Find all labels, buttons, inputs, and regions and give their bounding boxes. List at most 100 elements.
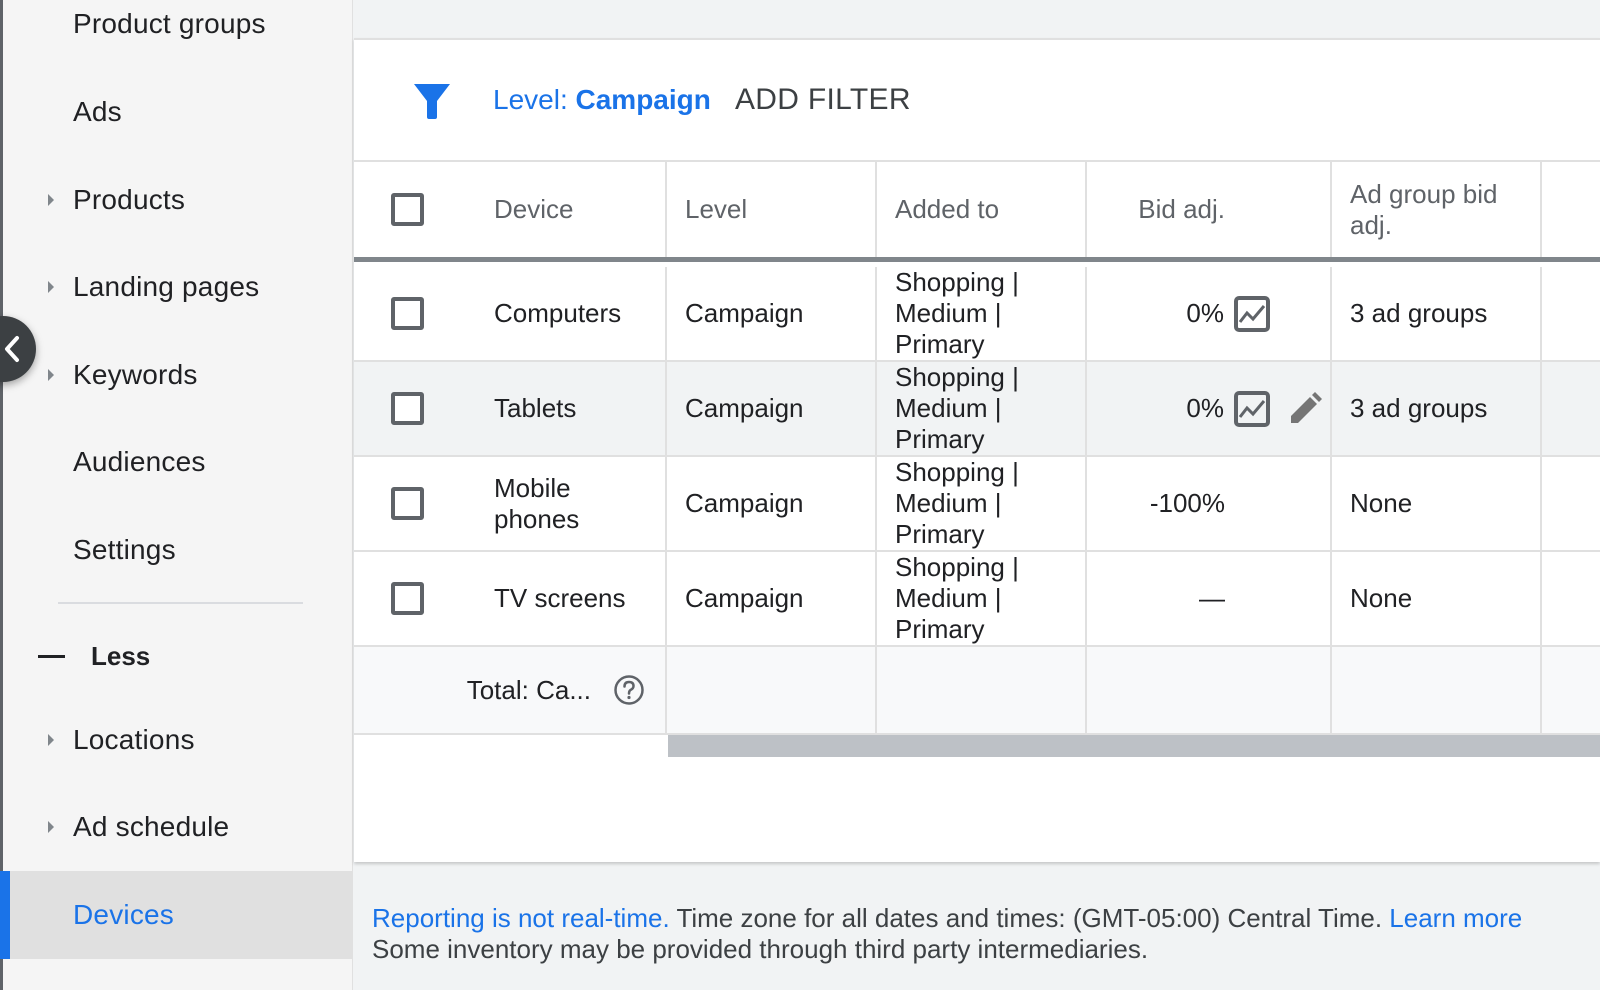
level-cell: Campaign <box>667 267 877 360</box>
ad-group-bid-adj-cell: None <box>1332 552 1542 645</box>
device-cell: Mobile phones <box>424 457 667 550</box>
table-row: Tablets Campaign Shopping | Medium | Pri… <box>354 362 1600 457</box>
filter-icon[interactable] <box>412 82 452 125</box>
bid-adj-value: 0% <box>1186 298 1224 328</box>
sidebar-item-label: Ad schedule <box>73 811 230 842</box>
row-checkbox[interactable] <box>391 297 424 330</box>
expand-arrow-icon[interactable] <box>48 369 54 381</box>
added-to-cell: Shopping | Medium | Primary <box>877 552 1087 645</box>
sidebar-item-products[interactable]: Products <box>3 156 353 244</box>
page-footer: Reporting is not real-time. Time zone fo… <box>372 903 1522 965</box>
footer-line-1: Reporting is not real-time. Time zone fo… <box>372 903 1522 934</box>
device-cell: Tablets <box>424 362 667 455</box>
timezone-text: Time zone for all dates and times: (GMT-… <box>669 903 1390 933</box>
bid-adj-value: -100% <box>1149 488 1225 518</box>
expand-arrow-icon[interactable] <box>48 734 54 746</box>
column-header-device[interactable]: Device <box>424 162 667 257</box>
filter-bar: Level: Campaign ADD FILTER <box>354 40 1600 162</box>
total-extra-cell <box>1542 647 1600 733</box>
help-icon[interactable] <box>613 674 645 706</box>
bid-adj-cell: -100% <box>1087 457 1332 550</box>
table-row: Mobile phones Campaign Shopping | Medium… <box>354 457 1600 552</box>
device-cell: TV screens <box>424 552 667 645</box>
row-checkbox[interactable] <box>391 487 424 520</box>
bid-adj-cell: 0% <box>1087 267 1332 360</box>
minus-icon <box>38 654 65 658</box>
level-cell: Campaign <box>667 362 877 455</box>
level-filter-prefix: Level: <box>493 84 576 115</box>
bid-adj-value: 0% <box>1186 393 1224 423</box>
added-to-cell: Shopping | Medium | Primary <box>877 457 1087 550</box>
show-less-label: Less <box>91 640 151 671</box>
bid-adj-cell: — <box>1087 552 1332 645</box>
column-header-ad-group-bid-adj[interactable]: Ad group bid adj. <box>1332 162 1542 257</box>
learn-more-link[interactable]: Learn more <box>1389 903 1522 933</box>
expand-arrow-icon[interactable] <box>48 821 54 833</box>
expand-arrow-icon[interactable] <box>48 281 54 293</box>
sidebar-item-label: Keywords <box>73 359 198 390</box>
row-checkbox[interactable] <box>391 392 424 425</box>
level-filter-chip[interactable]: Level: Campaign <box>493 84 711 116</box>
sidebar-item-locations[interactable]: Locations <box>3 696 353 784</box>
sidebar-item-label: Products <box>73 184 186 215</box>
sidebar-item-devices[interactable]: Devices <box>0 871 353 959</box>
total-bid-adj-cell <box>1087 647 1332 733</box>
sidebar-item-label: Locations <box>73 724 195 755</box>
column-header-level[interactable]: Level <box>667 162 877 257</box>
total-cell: Total: Ca... <box>354 647 667 733</box>
select-all-checkbox[interactable] <box>391 193 424 226</box>
chevron-left-icon <box>5 336 19 362</box>
main-content: Level: Campaign ADD FILTER Device Level … <box>354 0 1600 990</box>
horizontal-scrollbar[interactable] <box>668 735 1600 757</box>
level-cell: Campaign <box>667 552 877 645</box>
bid-chart-icon[interactable] <box>1234 295 1270 332</box>
edit-pencil-icon[interactable] <box>1288 392 1322 433</box>
table-header-row: Device Level Added to Bid adj. Ad group … <box>354 162 1600 262</box>
sidebar-item-label: Product groups <box>73 8 266 39</box>
devices-table-card: Level: Campaign ADD FILTER Device Level … <box>354 38 1600 862</box>
row-select-cell <box>354 362 424 455</box>
sidebar-divider <box>58 602 303 604</box>
added-to-cell: Shopping | Medium | Primary <box>877 362 1087 455</box>
column-header-bid-adj[interactable]: Bid adj. <box>1087 162 1332 257</box>
sidebar-item-label: Ads <box>73 96 122 127</box>
sidebar-item-keywords[interactable]: Keywords <box>3 331 353 419</box>
sidebar-item-ads[interactable]: Ads <box>3 68 353 156</box>
row-select-cell <box>354 552 424 645</box>
extra-cell <box>1542 552 1600 645</box>
table-row: TV screens Campaign Shopping | Medium | … <box>354 552 1600 647</box>
bid-chart-icon[interactable] <box>1234 390 1270 427</box>
extra-cell <box>1542 267 1600 360</box>
sidebar-item-label: Devices <box>73 899 174 930</box>
add-filter-button[interactable]: ADD FILTER <box>735 83 911 117</box>
level-cell: Campaign <box>667 457 877 550</box>
level-filter-value: Campaign <box>575 84 711 115</box>
sidebar-item-label: Settings <box>73 534 176 565</box>
column-header-added-to[interactable]: Added to <box>877 162 1087 257</box>
total-ad-group-bid-adj-cell <box>1332 647 1542 733</box>
total-level-cell <box>667 647 877 733</box>
bid-adj-value: — <box>1199 583 1225 613</box>
sidebar-item-ad-schedule[interactable]: Ad schedule <box>3 783 353 871</box>
sidebar-item-label: Landing pages <box>73 271 260 302</box>
sidebar-nav: Product groups Ads Products Landing page… <box>0 0 353 990</box>
reporting-not-real-time-link[interactable]: Reporting is not real-time. <box>372 903 670 933</box>
column-header-extra <box>1542 162 1600 257</box>
sidebar-item-settings[interactable]: Settings <box>3 506 353 594</box>
sidebar-item-landing-pages[interactable]: Landing pages <box>3 243 353 331</box>
total-row: Total: Ca... <box>354 647 1600 735</box>
row-select-cell <box>354 267 424 360</box>
show-less-toggle[interactable]: Less <box>3 628 353 684</box>
sidebar-item-product-groups[interactable]: Product groups <box>3 0 353 68</box>
total-label: Total: Ca... <box>466 674 591 705</box>
expand-arrow-icon[interactable] <box>48 194 54 206</box>
added-to-cell: Shopping | Medium | Primary <box>877 267 1087 360</box>
sidebar-item-audiences[interactable]: Audiences <box>3 418 353 506</box>
sidebar-item-label: Audiences <box>73 446 206 477</box>
table-row: Computers Campaign Shopping | Medium | P… <box>354 267 1600 362</box>
ad-group-bid-adj-cell: 3 ad groups <box>1332 362 1542 455</box>
bid-adj-cell: 0% <box>1087 362 1332 455</box>
device-cell: Computers <box>424 267 667 360</box>
total-added-to-cell <box>877 647 1087 733</box>
row-checkbox[interactable] <box>391 582 424 615</box>
